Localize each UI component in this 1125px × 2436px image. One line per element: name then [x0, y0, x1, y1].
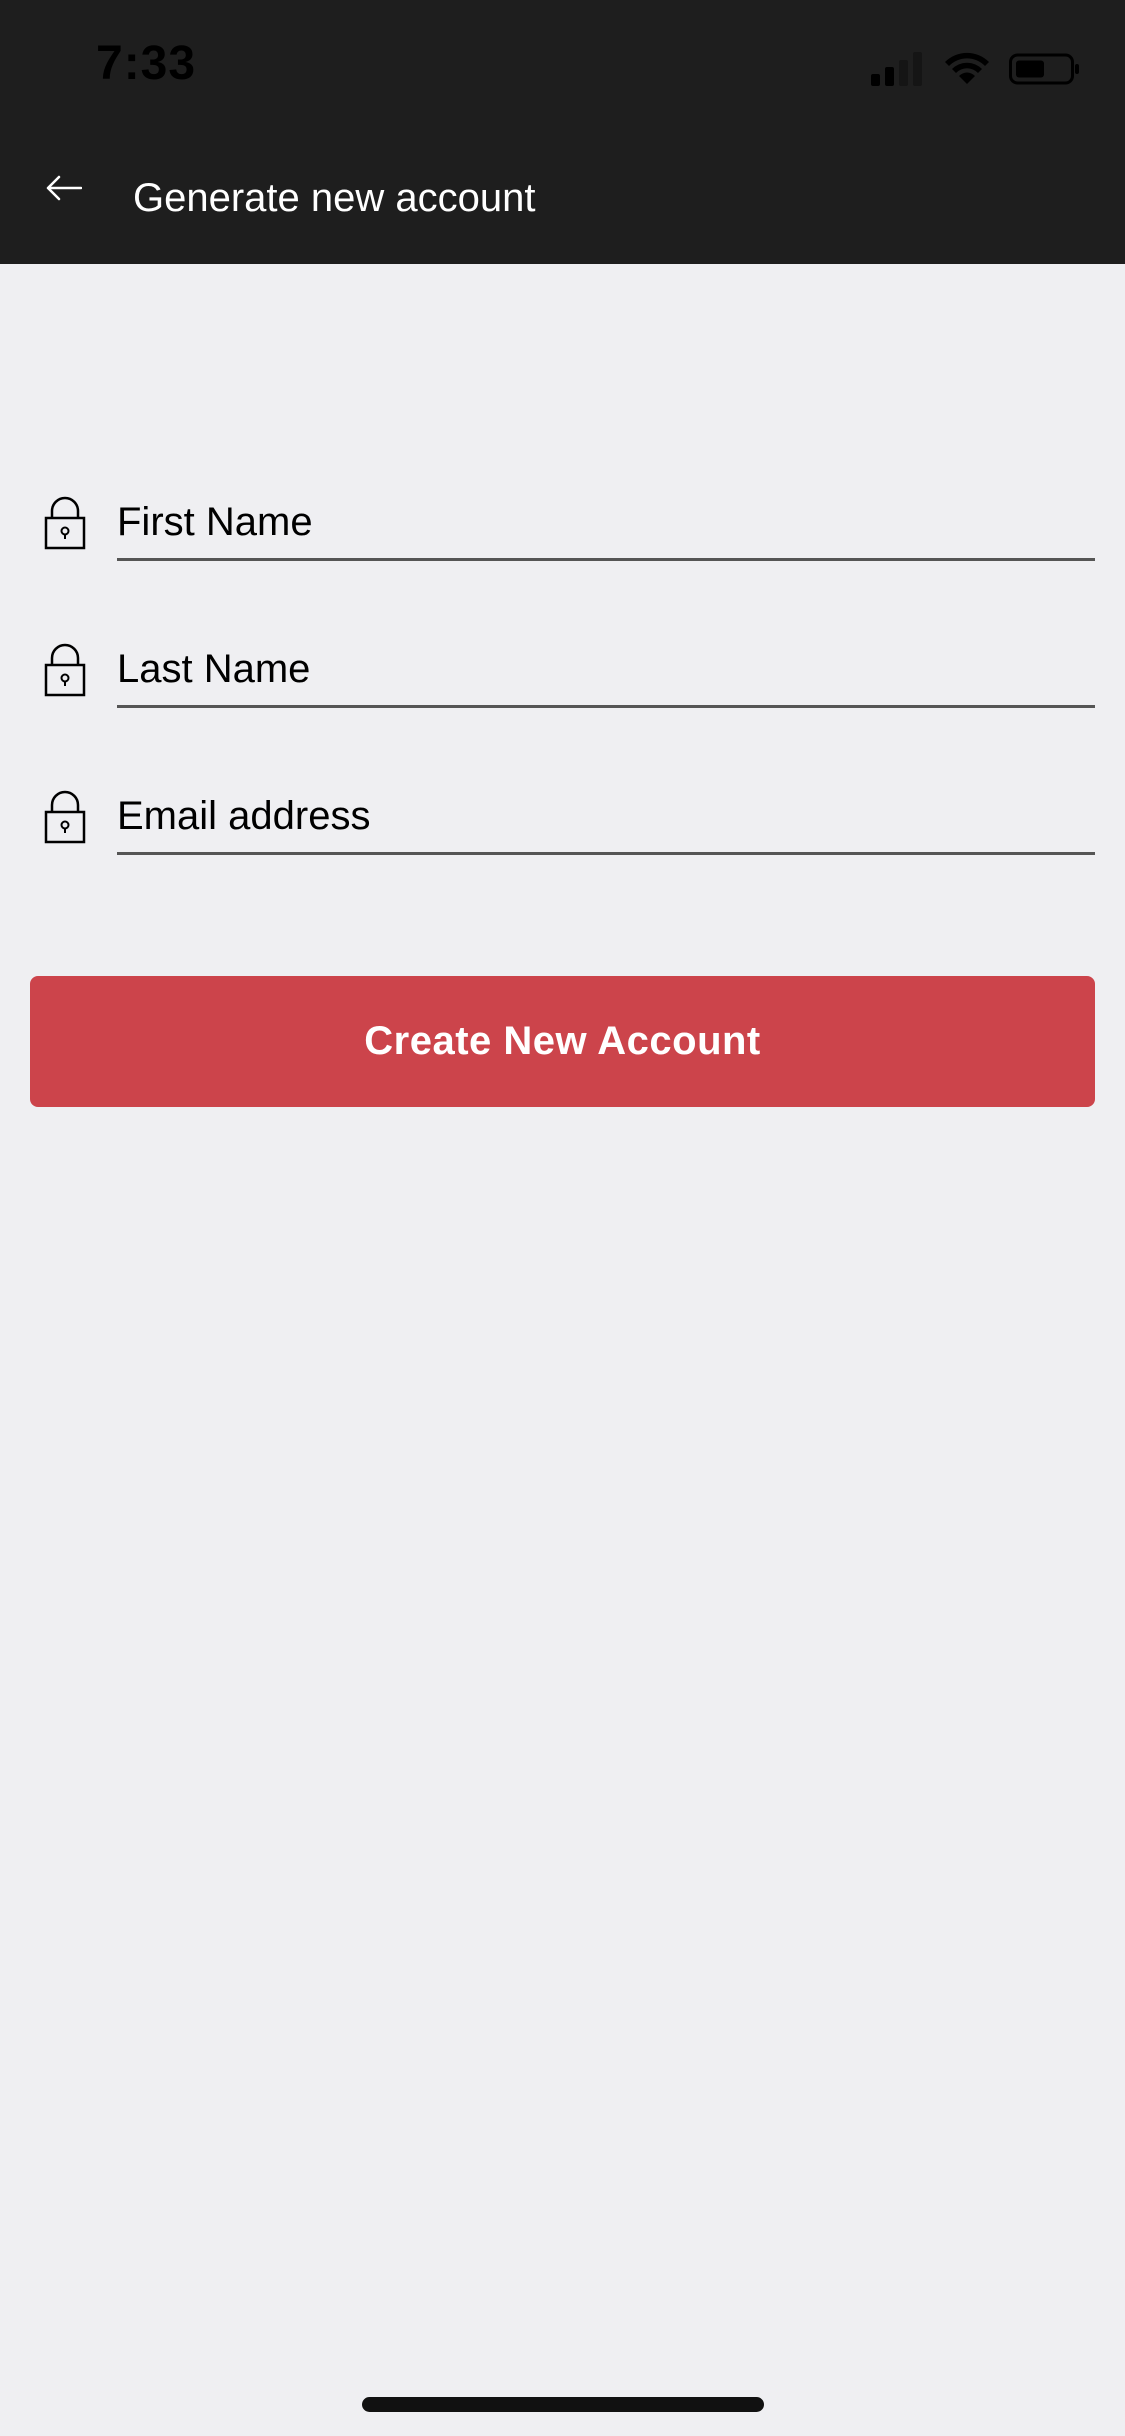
first-name-input[interactable] [117, 490, 1095, 554]
app-header: 7:33 Generate new account [0, 0, 1125, 264]
lock-icon [44, 790, 86, 844]
email-field [0, 784, 1125, 931]
last-name-field [0, 637, 1125, 784]
battery-icon [1009, 53, 1079, 85]
status-time: 7:33 [96, 37, 197, 90]
page-title: Generate new account [133, 176, 536, 220]
email-input-wrap [117, 784, 1095, 855]
email-input[interactable] [117, 784, 1095, 848]
home-indicator [362, 2397, 764, 2412]
wifi-icon [945, 52, 989, 84]
create-new-account-button[interactable]: Create New Account [30, 976, 1095, 1107]
arrow-left-icon [46, 175, 82, 201]
last-name-input-wrap [117, 637, 1095, 708]
cellular-signal-icon [871, 52, 922, 86]
last-name-input[interactable] [117, 637, 1095, 701]
first-name-input-wrap [117, 490, 1095, 561]
lock-icon [44, 643, 86, 697]
account-form [0, 490, 1125, 931]
status-icons [871, 52, 1081, 86]
lock-icon [44, 496, 86, 550]
first-name-field [0, 490, 1125, 637]
back-button[interactable] [36, 160, 92, 216]
